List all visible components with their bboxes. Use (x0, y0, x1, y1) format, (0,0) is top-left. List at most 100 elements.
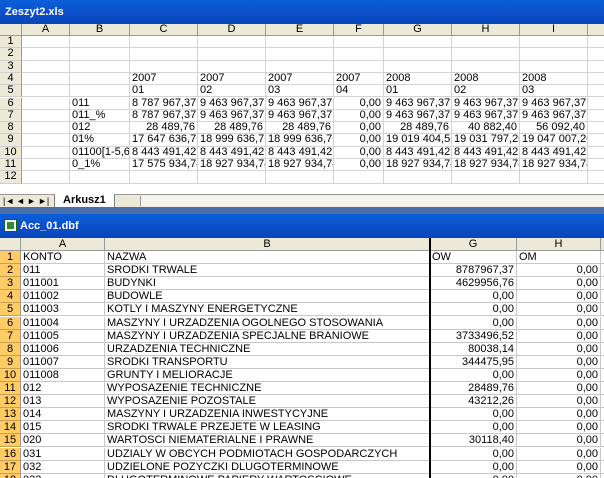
cell-g11[interactable]: 18 927 934,74 (384, 159, 452, 172)
row-header-10[interactable]: 10 (0, 146, 22, 159)
cell-g13[interactable]: 0,00 (430, 408, 517, 422)
cell-extra10[interactable] (588, 147, 604, 159)
cell-extra12[interactable] (588, 171, 604, 184)
cell-b18[interactable]: DLUGOTERMINOWE PAPIERY WARTOSCIOWE (105, 473, 430, 478)
cell-e7[interactable]: 9 463 967,37 (266, 109, 334, 123)
cell-i11[interactable]: 18 927 934,74 (520, 159, 588, 172)
cell-a7[interactable] (22, 109, 70, 123)
cell-b17[interactable]: UDZIELONE POZYCZKI DLUGOTERMINOWE (105, 460, 430, 474)
cell-h1[interactable] (452, 36, 520, 49)
cell-d1[interactable] (198, 36, 266, 49)
last-sheet-icon[interactable]: ►| (38, 195, 49, 207)
cell-h1[interactable]: OM (517, 251, 601, 265)
cell-f4[interactable]: 2007 (334, 72, 384, 86)
cell-h6[interactable]: 9 463 967,37 (452, 97, 520, 110)
row-header-7[interactable]: 7 (0, 329, 21, 343)
cell-a16[interactable]: 031 (21, 447, 105, 461)
cell-i2[interactable] (520, 48, 588, 61)
cell-a17[interactable]: 032 (21, 460, 105, 474)
cell-a2[interactable] (22, 48, 70, 61)
column-header-g[interactable]: G (384, 24, 452, 36)
cell-b11[interactable]: WYPOSAZENIE TECHNICZNE (105, 382, 430, 396)
cell-b7[interactable]: MASZYNY I URZADZENIA SPECJALNE BRANIOWE (105, 329, 430, 343)
cell-extra8[interactable] (588, 122, 604, 135)
cell-f3[interactable] (334, 60, 384, 73)
cell-f11[interactable]: 0,00 (334, 159, 384, 172)
cell-b8[interactable]: URZADZENIA TECHNICZNE (105, 342, 430, 356)
cell-f9[interactable]: 0,00 (334, 134, 384, 147)
cell-i12[interactable] (520, 171, 588, 184)
cell-g5[interactable]: 0,00 (430, 303, 517, 317)
cell-g3[interactable]: 4629956,76 (430, 277, 517, 291)
cell-g4[interactable]: 0,00 (430, 290, 517, 304)
cell-e9[interactable]: 18 999 636,76 (266, 134, 334, 147)
cell-a6[interactable]: 011004 (21, 316, 105, 330)
cell-h3[interactable]: 0,00 (517, 277, 601, 291)
cell-b10[interactable]: 01100[1-5,6] (70, 146, 130, 159)
cell-a12[interactable] (22, 171, 70, 184)
cell-h7[interactable]: 9 463 967,37 (452, 109, 520, 123)
cell-b5[interactable]: KOTLY I MASZYNY ENERGETYCZNE (105, 303, 430, 317)
cell-f5[interactable]: 04 (334, 85, 384, 98)
cell-b2[interactable]: SRODKI TRWALE (105, 264, 430, 278)
cell-d11[interactable]: 18 927 934,74 (198, 159, 266, 172)
cell-g11[interactable]: 28489,76 (430, 382, 517, 396)
row-header-3[interactable]: 3 (0, 60, 22, 73)
cell-g14[interactable]: 0,00 (430, 421, 517, 435)
cell-a11[interactable] (22, 159, 70, 172)
title-bar[interactable]: Zeszyt2.xls (0, 0, 604, 24)
cell-a5[interactable] (22, 85, 70, 98)
cell-h8[interactable]: 0,00 (517, 342, 601, 356)
cell-b3[interactable]: BUDYNKI (105, 277, 430, 291)
cell-g17[interactable]: 0,00 (430, 460, 517, 474)
cell-g10[interactable]: 8 443 491,42 (384, 146, 452, 159)
worksheet-grid[interactable]: A B G H 1 KONTO NAZWA OW OM 2 011 SRODKI TRWALE 8787… (0, 238, 604, 478)
cell-e2[interactable] (266, 48, 334, 61)
cell-e11[interactable]: 18 927 934,74 (266, 159, 334, 172)
cell-e4[interactable]: 2007 (266, 72, 334, 86)
cell-c12[interactable] (130, 171, 198, 184)
cell-g7[interactable]: 9 463 967,37 (384, 109, 452, 123)
cell-h11[interactable]: 0,00 (517, 382, 601, 396)
cell-extra6[interactable] (588, 98, 604, 110)
cell-extra3[interactable] (588, 61, 604, 73)
cell-g4[interactable]: 2008 (384, 72, 452, 86)
row-header-10[interactable]: 10 (0, 368, 21, 382)
cell-h10[interactable]: 8 443 491,42 (452, 146, 520, 159)
cell-d2[interactable] (198, 48, 266, 61)
cell-g8[interactable]: 28 489,76 (384, 122, 452, 135)
row-header-17[interactable]: 17 (0, 460, 21, 474)
cell-i7[interactable]: 9 463 967,37 (520, 109, 588, 123)
cell-b8[interactable]: 012 (70, 122, 130, 135)
cell-g15[interactable]: 30118,40 (430, 434, 517, 448)
cell-b4[interactable] (70, 72, 130, 86)
horizontal-scrollbar[interactable] (140, 196, 604, 206)
cell-f8[interactable]: 0,00 (334, 122, 384, 135)
column-header-f[interactable]: F (334, 24, 384, 36)
cell-c6[interactable]: 8 787 967,37 (130, 97, 198, 110)
cell-g1[interactable] (384, 36, 452, 49)
cell-c5[interactable]: 01 (130, 85, 198, 98)
row-header-16[interactable]: 16 (0, 447, 21, 461)
column-header-i[interactable]: I (520, 24, 588, 36)
cell-e5[interactable]: 03 (266, 85, 334, 98)
column-header-b[interactable]: B (70, 24, 130, 36)
row-header-6[interactable]: 6 (0, 97, 22, 110)
cell-d6[interactable]: 9 463 967,37 (198, 97, 266, 110)
row-header-18[interactable]: 18 (0, 473, 21, 478)
cell-g9[interactable]: 19 019 404,56 (384, 134, 452, 147)
cell-extra4[interactable] (588, 73, 604, 86)
cell-c1[interactable] (130, 36, 198, 49)
cell-h12[interactable] (452, 171, 520, 184)
cell-e3[interactable] (266, 60, 334, 73)
cell-i10[interactable]: 8 443 491,42 (520, 146, 588, 159)
next-sheet-icon[interactable]: ► (27, 195, 36, 207)
title-bar[interactable]: Acc_01.dbf (0, 214, 604, 238)
cell-extra11[interactable] (588, 159, 604, 172)
row-header-9[interactable]: 9 (0, 134, 22, 147)
cell-f1[interactable] (334, 36, 384, 49)
cell-a9[interactable]: 011007 (21, 355, 105, 369)
cell-h16[interactable]: 0,00 (517, 447, 601, 461)
sheet-tab-arkusz1[interactable]: Arkusz1 (54, 194, 115, 207)
cell-d10[interactable]: 8 443 491,42 (198, 146, 266, 159)
